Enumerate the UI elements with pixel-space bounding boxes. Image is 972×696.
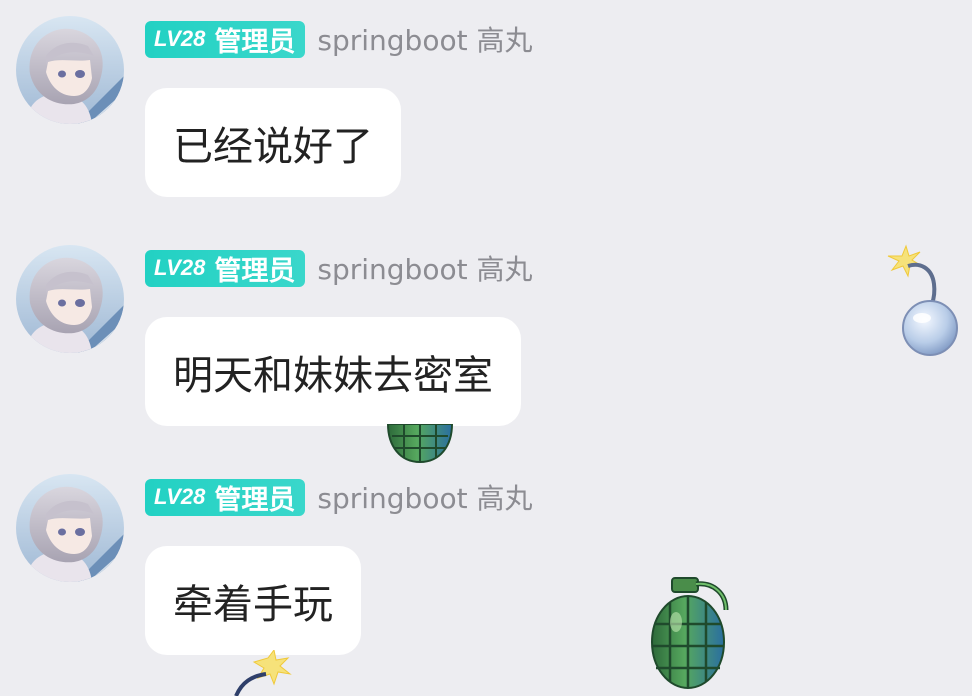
user-avatar[interactable] xyxy=(16,16,124,124)
anime-avatar-icon xyxy=(16,245,124,353)
bomb-icon xyxy=(887,244,958,356)
username[interactable]: springboot 高丸 xyxy=(317,19,532,59)
role-label: 管理员 xyxy=(214,484,296,516)
chat-message: LV28 管理员 springboot 高丸 牵着手玩 xyxy=(0,458,972,688)
message-bubble[interactable]: 明天和妹妹去密室 xyxy=(145,317,521,426)
anime-avatar-icon xyxy=(16,474,124,582)
level-badge: LV28 管理员 xyxy=(145,20,306,58)
level-label: LV28 xyxy=(154,26,206,51)
level-badge: LV28 管理员 xyxy=(145,478,306,516)
anime-avatar-icon xyxy=(16,16,124,124)
message-header: LV28 管理员 springboot 高丸 xyxy=(145,478,532,516)
grenade-icon xyxy=(386,424,454,464)
username[interactable]: springboot 高丸 xyxy=(317,248,532,288)
level-label: LV28 xyxy=(154,484,206,509)
user-avatar[interactable] xyxy=(16,474,124,582)
message-header: LV28 管理员 springboot 高丸 xyxy=(145,249,532,287)
username[interactable]: springboot 高丸 xyxy=(317,477,532,517)
level-label: LV28 xyxy=(154,255,206,280)
message-header: LV28 管理员 springboot 高丸 xyxy=(145,20,532,58)
chat-message: LV28 管理员 springboot 高丸 明天和妹妹去密室 xyxy=(0,229,972,459)
chat-message: LV28 管理员 springboot 高丸 已经说好了 xyxy=(0,0,972,230)
message-bubble[interactable]: 牵着手玩 xyxy=(145,546,361,655)
level-badge: LV28 管理员 xyxy=(145,249,306,287)
role-label: 管理员 xyxy=(214,255,296,287)
grenade-icon xyxy=(651,577,729,689)
role-label: 管理员 xyxy=(214,26,296,58)
message-bubble[interactable]: 已经说好了 xyxy=(145,88,401,197)
user-avatar[interactable] xyxy=(16,245,124,353)
bomb-icon xyxy=(234,650,292,696)
